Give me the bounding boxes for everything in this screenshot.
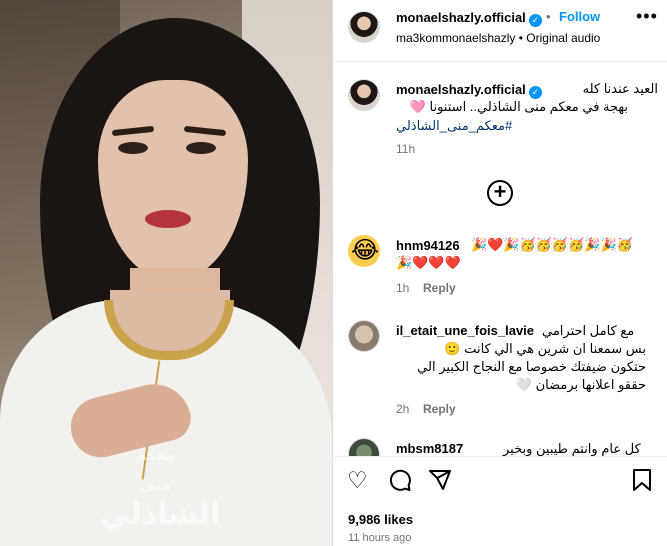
comment-time: 1h — [396, 281, 410, 295]
reply-button[interactable]: Reply — [423, 281, 456, 295]
comment-text: بس سمعنا ان شرين هي الي كانت 🙂 — [444, 341, 646, 356]
more-options-icon[interactable]: ••• — [636, 6, 658, 27]
comment-text: 🎉❤️🎉🥳🥳🥳🥳🎉🎉🥳 — [471, 237, 633, 252]
comment-username[interactable]: hnm94126 — [396, 238, 460, 253]
comment-username[interactable]: il_etait_une_fois_lavie — [396, 323, 534, 338]
comment-text: مع كامل احترامي — [542, 323, 635, 338]
caption-hashtag[interactable]: #معكم_منى_الشاذلي — [396, 118, 512, 134]
likes-count[interactable]: 9,986 likes — [348, 512, 413, 527]
verified-badge-icon: ✓ — [528, 14, 542, 27]
caption-text-line2: بهجة في معكم منى الشاذلي.. استنونا 🩷 — [409, 99, 628, 114]
post-header: monaelshazly.official ✓ • Follow ••• ma3k… — [333, 0, 667, 62]
author-username[interactable]: monaelshazly.official ✓ — [396, 10, 542, 27]
plus-circle-icon[interactable]: + — [487, 180, 513, 206]
avatar[interactable] — [348, 11, 380, 43]
avatar[interactable] — [348, 235, 380, 267]
post-video[interactable]: معكم منى الشاذلي — [0, 0, 332, 546]
avatar[interactable] — [348, 320, 380, 352]
reply-button[interactable]: Reply — [423, 402, 456, 416]
comment-text: كل عام وانتم طيبين وبخير — [503, 441, 641, 456]
caption-time: 11h — [396, 142, 416, 156]
comment-text: 🎉❤️❤️❤️ — [396, 255, 461, 270]
comment-text: حتكون ضيفتك خصوصا مع النجاح الكبير الي — [417, 359, 646, 374]
save-bookmark-icon[interactable] — [631, 468, 653, 496]
like-heart-icon[interactable]: ♡ — [347, 468, 368, 492]
share-icon[interactable] — [428, 468, 452, 496]
show-logo-watermark: معكم منى الشاذلي — [100, 445, 221, 532]
comment-icon[interactable] — [388, 468, 412, 496]
follow-button[interactable]: Follow — [559, 9, 600, 24]
caption-avatar[interactable] — [348, 79, 380, 111]
comment-time: 2h — [396, 402, 410, 416]
caption-text-line1: العيد عندنا كله — [582, 81, 658, 96]
audio-info[interactable]: ma3kommonaelshazly • Original audio — [396, 31, 600, 45]
comment-text: حققو اعلانها برمضان 🤍 — [515, 377, 646, 392]
post-sidebar: monaelshazly.official ✓ • Follow ••• ma3k… — [333, 0, 667, 546]
post-timestamp[interactable]: 11 hours ago — [348, 532, 411, 544]
separator-dot: • — [546, 9, 551, 24]
comment-username[interactable]: mbsm8187 — [396, 441, 463, 456]
post-actions: ♡ 9,986 likes 11 hours ago — [333, 456, 667, 546]
